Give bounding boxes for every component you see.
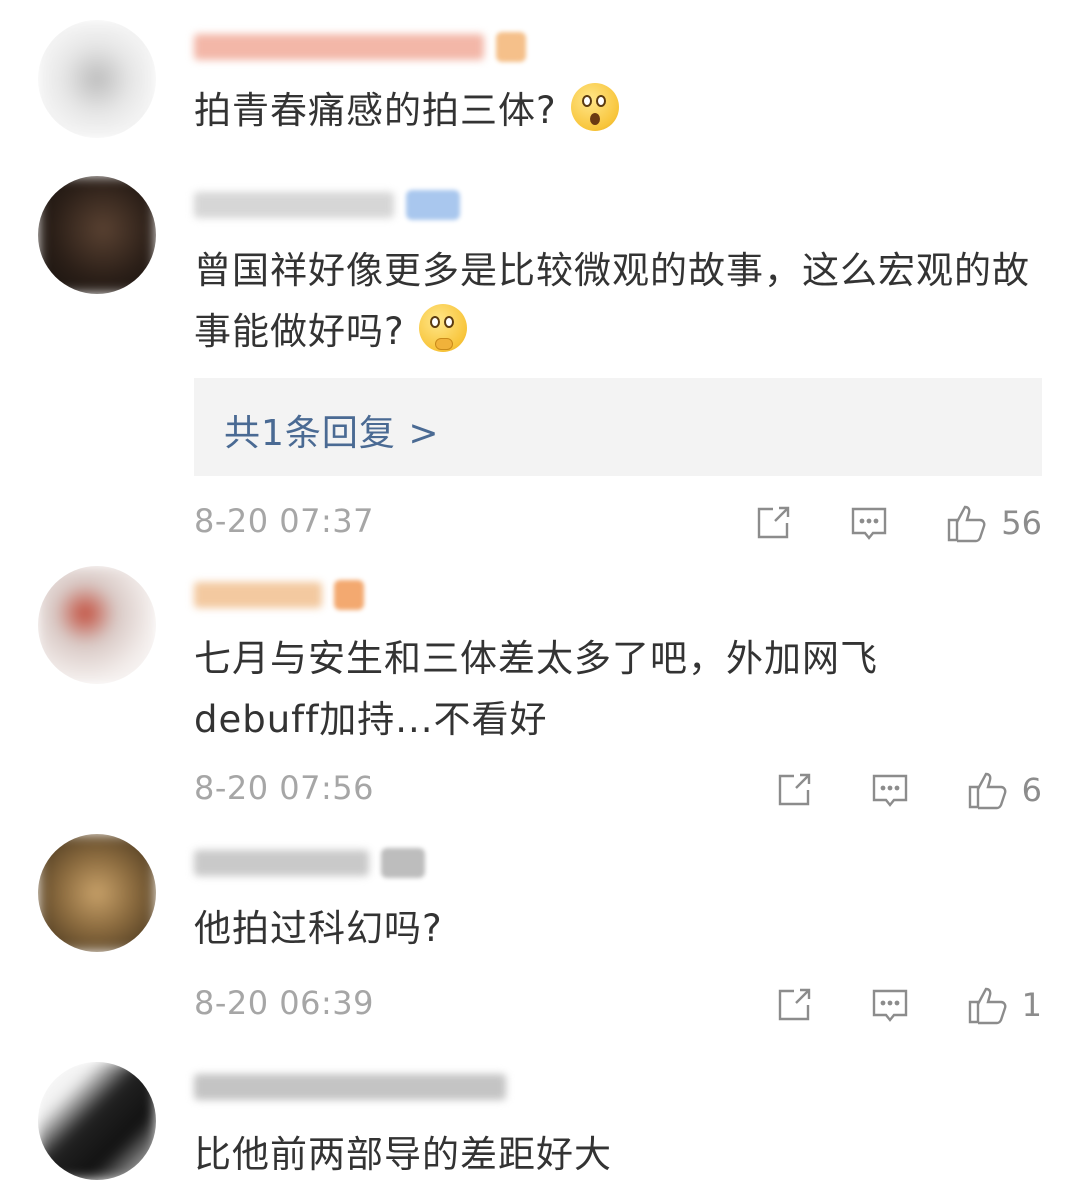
share-button[interactable] [774,770,814,810]
comment-button[interactable] [870,985,910,1025]
comment-button[interactable] [870,770,910,810]
username-blurred[interactable] [194,1068,506,1106]
comment-actions: 1 [718,982,1042,1028]
share-icon [778,988,810,1021]
like-button[interactable]: 56 [945,502,1042,544]
username-blurred[interactable] [194,844,425,882]
timestamp: 8-20 06:39 [194,984,375,1022]
like-count: 6 [1021,771,1042,809]
comment-actions: 6 [718,767,1042,813]
username-blurred[interactable] [194,28,526,66]
like-count: 56 [1001,504,1042,542]
like-count: 1 [1021,986,1042,1024]
avatar[interactable] [38,176,156,294]
avatar[interactable] [38,566,156,684]
thumbs-up-icon [968,987,1007,1025]
thumbs-up-icon [968,772,1007,810]
comment-icon [872,989,907,1022]
comment-actions: 56 [697,500,1042,546]
vip-badge-icon [334,580,364,610]
like-button[interactable]: 6 [966,769,1042,811]
avatar[interactable] [38,834,156,952]
comment-text: 拍青春痛感的拍三体? [194,80,1044,141]
avatar[interactable] [38,20,156,138]
like-button[interactable]: 1 [966,984,1042,1026]
vip-badge-icon [496,32,526,62]
replies-link[interactable]: 共1条回复 > [194,378,1042,476]
share-button[interactable] [753,503,793,543]
astonished-face-icon [570,83,619,131]
username-blurred[interactable] [194,186,460,224]
comment-meta: 8-20 07:37 56 [194,500,1042,546]
thumbs-up-icon [948,505,986,543]
username-blurred[interactable] [194,576,364,614]
comment-button[interactable] [849,503,889,543]
avatar[interactable] [38,1062,156,1180]
comment-icon [852,507,887,540]
share-icon [758,506,790,539]
comment-text: 曾国祥好像更多是比较微观的故事，这么宏观的故事能做好吗? [194,249,1030,353]
comment-text: 比他前两部导的差距好大 [194,1133,612,1176]
comment-text: 七月与安生和三体差太多了吧，外加网飞debuff加持...不看好 [194,637,878,741]
thinking-face-icon [418,304,467,352]
replies-link-label[interactable]: 共1条回复 > [224,404,440,456]
share-icon [778,773,810,806]
comment-meta: 8-20 07:56 6 [194,767,1042,813]
member-badge-icon [406,190,460,220]
timestamp: 8-20 07:56 [194,769,375,807]
share-button[interactable] [774,985,814,1025]
comment-meta: 8-20 06:39 1 [194,982,1042,1028]
comment-text: 他拍过科幻吗? [194,907,443,950]
level-badge-icon [381,848,425,878]
timestamp: 8-20 07:37 [194,502,375,540]
comment-icon [872,774,907,807]
